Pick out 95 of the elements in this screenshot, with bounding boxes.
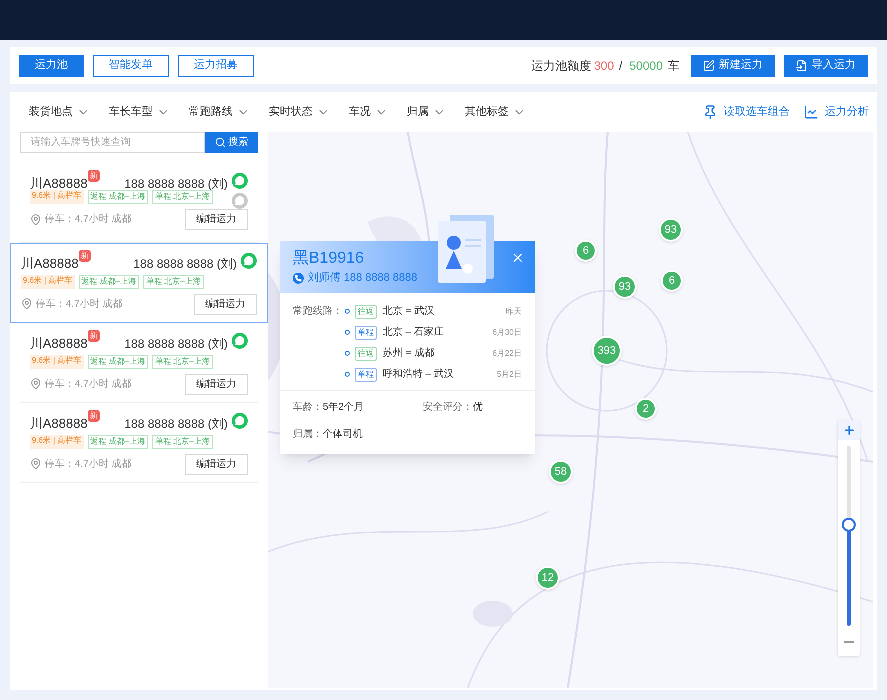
plate-number: 川A88888 [21,255,79,273]
owner-label: 归属： [293,428,323,442]
tag: 返程 成都–上海 [88,434,148,448]
pin-icon [703,104,718,120]
location-icon [30,214,42,226]
plate-number: 川A88888 [30,175,88,191]
quota-total: 50000 [630,58,663,74]
plate-number: 黑B19916 [293,249,364,269]
route-tag: 单程 [355,368,377,382]
tab[interactable]: 运力招募 [178,54,254,76]
phone-number: 188 8888 8888 (刘) [134,256,237,273]
search-button[interactable]: 搜索 [205,132,258,153]
tag: 单程 北京–上海 [152,190,213,204]
owner-value: 个体司机 [323,428,363,442]
plate-number: 川A88888 [30,415,88,433]
minus-icon [844,641,854,643]
safety-value: 优 [473,401,483,415]
tag: 9.6米 | 高栏车 [30,434,84,448]
plate-number: 川A88888 [30,335,88,353]
safety-label: 安全评分： [423,400,473,415]
edit-icon [703,60,715,72]
parking-info: 停车：4.7小时 成都 [45,458,132,472]
search-field[interactable]: 请输入车牌号快速查询 [20,132,205,153]
new-badge: 新 [88,170,100,182]
chat-icon[interactable] [241,253,257,269]
action-button[interactable]: 导入运力 [784,54,868,76]
tab[interactable]: 运力池 [19,54,84,76]
quota-separator: / [619,58,623,74]
chat-icon[interactable] [232,193,248,209]
tag: 9.6米 | 高栏车 [21,274,75,288]
route-tag: 单程 [355,326,377,340]
action-button[interactable]: 新建运力 [691,54,775,76]
routes-label: 常跑线路： [293,304,344,319]
phone-icon [293,272,304,284]
filter-dropdown[interactable]: 装货地点 [29,104,90,120]
phone-number: 188 8888 8888 (刘) [124,176,228,192]
chat-icon[interactable] [232,173,248,189]
new-badge: 新 [88,410,100,422]
tag: 9.6米 | 高栏车 [30,190,84,204]
route-tag: 往返 [355,346,377,360]
location-icon [30,458,42,470]
new-badge: 新 [78,250,91,262]
tag: 单程 北京–上海 [143,274,204,288]
tab[interactable]: 智能发单 [93,54,169,76]
chat-icon[interactable] [232,333,248,349]
age-label: 车龄： [293,400,323,415]
edit-button[interactable]: 编辑运力 [185,454,248,474]
search-icon [214,137,226,148]
route-date: 6月22日 [492,348,522,360]
quota-label: 运力池额度 [531,58,592,74]
location-icon [21,298,33,310]
route-date: 6月30日 [492,326,522,338]
tag: 单程 北京–上海 [152,354,213,368]
import-icon [796,60,808,72]
phone-number: 188 8888 8888 (刘) [124,336,228,353]
age-value: 5年2个月 [323,401,364,415]
route-name: 苏州 = 成都 [383,346,434,361]
route-name: 北京 = 武汉 [383,304,434,319]
chat-icon[interactable] [232,413,248,429]
edit-button[interactable]: 编辑运力 [185,209,248,230]
filter-dropdown[interactable]: 车况 [349,104,388,120]
new-badge: 新 [88,330,100,342]
route-date: 昨天 [506,306,522,318]
filter-dropdown[interactable]: 其他标签 [465,104,526,120]
filter-dropdown[interactable]: 车长车型 [109,104,170,120]
zoom-thumb[interactable] [842,518,856,532]
phone-number: 188 8888 8888 (刘) [124,416,228,433]
tag: 9.6米 | 高栏车 [30,354,84,368]
filter-dropdown[interactable]: 归属 [407,104,446,120]
edit-button[interactable]: 编辑运力 [194,294,257,314]
route-tag: 往返 [355,304,377,318]
filter-dropdown[interactable]: 实时状态 [269,104,330,120]
route-name: 北京 – 石家庄 [383,326,444,340]
edit-button[interactable]: 编辑运力 [185,374,248,394]
route-name: 呼和浩特 – 武汉 [383,368,454,382]
parking-info: 停车：4.7小时 成都 [45,378,132,392]
quota-used: 300 [594,58,614,74]
map[interactable]: 6 93 93 6 393 2 58 12 黑B19916 刘师傅 188 8888 8888 常跑线路： 往返 北京 = 武汉 昨天 单程 北京 – 石家庄 6月30日 往返 苏州 = 成都 6月22日 单程 呼和浩特 – 武汉 5月2日 车龄：5年2个月 安全评分：优 归属：个体司机 [268,132,873,688]
tag: 返程 成都–上海 [78,274,140,288]
plus-icon [842,424,856,436]
tag: 返程 成都–上海 [88,354,148,368]
chart-icon [804,104,819,120]
driver-contact: 刘师傅 188 8888 8888 [308,270,418,286]
filter-dropdown[interactable]: 常跑路线 [189,104,250,120]
tag: 返程 成都–上海 [88,190,148,204]
zoom-in-button[interactable] [838,420,860,440]
close-button[interactable] [511,251,525,265]
tag: 单程 北京–上海 [152,434,213,448]
link[interactable]: 读取选车组合 [703,104,790,120]
quota-unit: 车 [668,58,680,74]
parking-info: 停车：4.7小时 成都 [45,212,132,227]
location-icon [30,378,42,390]
parking-info: 停车：4.7小时 成都 [36,298,123,312]
route-date: 5月2日 [497,368,522,380]
link[interactable]: 运力分析 [804,104,869,120]
